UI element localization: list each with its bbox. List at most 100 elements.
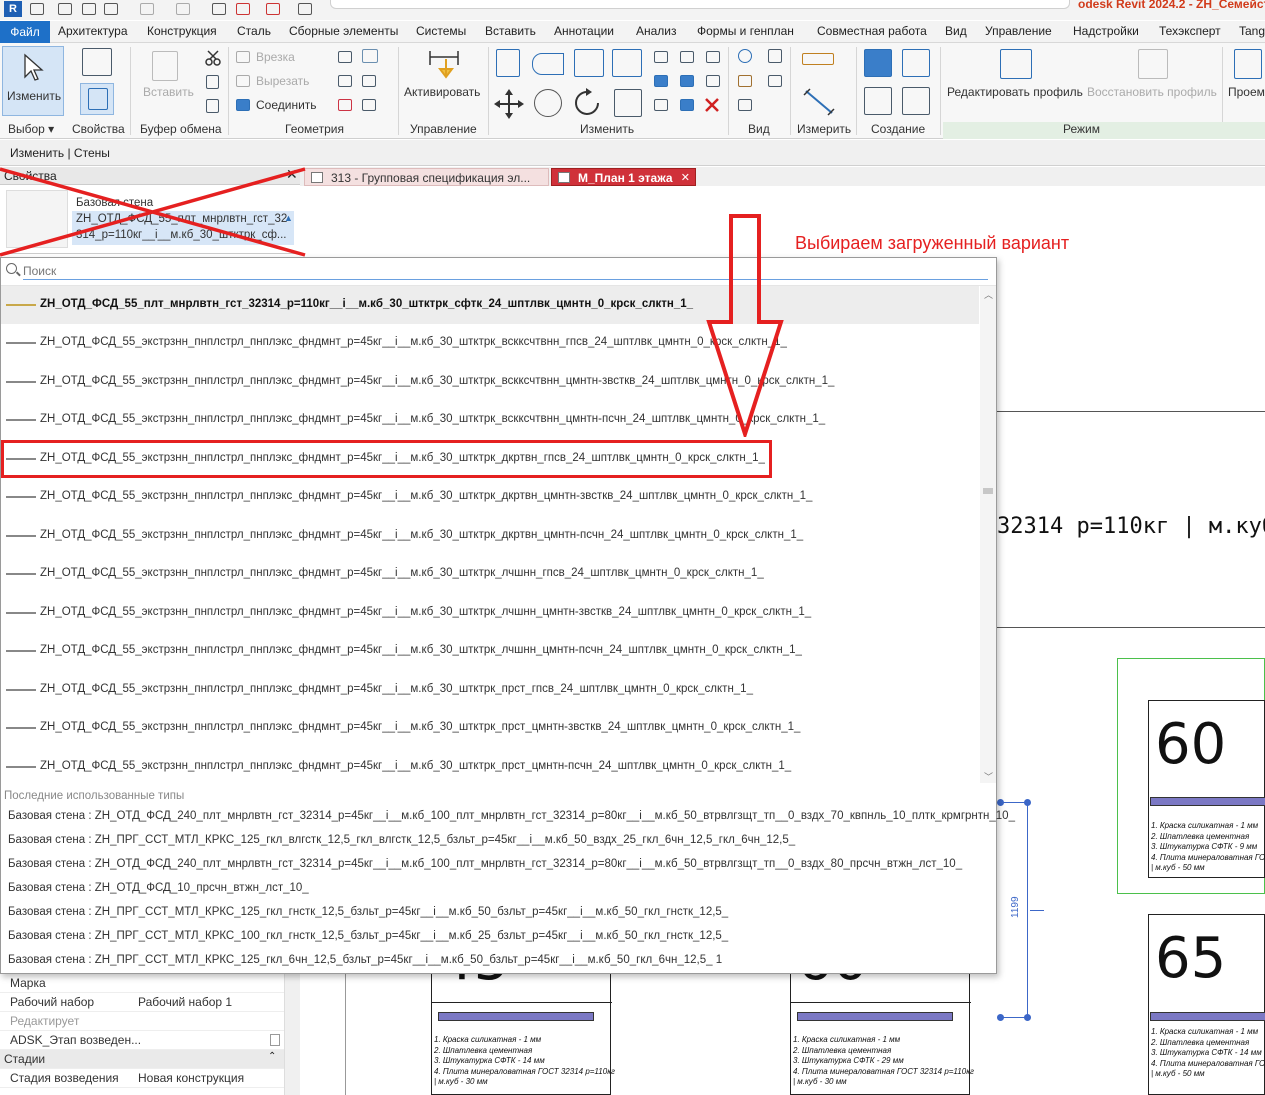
- split-gap-icon[interactable]: [680, 51, 694, 63]
- print-icon[interactable]: [212, 3, 226, 15]
- create-assembly-icon[interactable]: [902, 87, 930, 115]
- tab-systems[interactable]: Системы: [416, 24, 466, 38]
- type-list-scrollbar[interactable]: ︿ ﹀: [980, 286, 996, 783]
- scroll-up-icon[interactable]: ︿: [984, 288, 993, 301]
- tab-manage[interactable]: Управление: [985, 24, 1052, 38]
- create-parts-icon[interactable]: [902, 49, 930, 77]
- trim-extend-icon[interactable]: [614, 89, 642, 117]
- tab-architecture[interactable]: Архитектура: [58, 24, 128, 38]
- hammer-icon[interactable]: [362, 99, 376, 111]
- chevron-up-icon[interactable]: ▲: [284, 213, 293, 223]
- type-list-item[interactable]: ZH_ОТД_ФСД_55_экстрзнн_пнплстрл_пнплэкс_…: [1, 632, 979, 670]
- dimension-grip[interactable]: [997, 1014, 1004, 1021]
- unpin-icon[interactable]: [706, 75, 720, 87]
- sync-icon[interactable]: [104, 3, 118, 15]
- property-section-phasing[interactable]: Стадии ⌃: [0, 1050, 284, 1069]
- aligned-dimension-icon[interactable]: [802, 87, 836, 117]
- type-list-item[interactable]: ZH_ОТД_ФСД_55_экстрзнн_пнплстрл_пнплэкс_…: [1, 555, 979, 593]
- measure-distance-icon[interactable]: [802, 53, 834, 65]
- pin-icon[interactable]: [680, 75, 694, 87]
- geometry-tool-icon[interactable]: [338, 51, 352, 63]
- collapse-icon[interactable]: ⌃: [268, 1051, 276, 1062]
- move-icon[interactable]: [494, 89, 524, 119]
- tab-file[interactable]: Файл: [0, 21, 50, 43]
- property-value[interactable]: Новая конструкция: [138, 1071, 244, 1085]
- paste-icon[interactable]: [152, 51, 178, 81]
- type-selector[interactable]: Базовая стена ZH_ОТД_ФСД_55_плт_мнрлвтн_…: [0, 186, 300, 254]
- scale-icon[interactable]: [654, 75, 668, 87]
- trim-multiple-icon[interactable]: [680, 99, 694, 111]
- recent-type-item[interactable]: Базовая стена : ZH_ОТД_ФСД_10_прсчн_втжн…: [1, 878, 996, 902]
- tab-annotate[interactable]: Аннотации: [554, 24, 614, 38]
- type-list-item[interactable]: ZH_ОТД_ФСД_55_экстрзнн_пнплстрл_пнплэкс_…: [1, 671, 979, 709]
- measure-icon[interactable]: [298, 3, 312, 15]
- tab-insert[interactable]: Вставить: [485, 24, 536, 38]
- match-properties-icon[interactable]: [206, 99, 219, 113]
- align-icon[interactable]: [496, 49, 520, 77]
- type-list-item[interactable]: ZH_ОТД_ФСД_55_экстрзнн_пнплстрл_пнплэкс_…: [1, 594, 979, 632]
- redo-icon[interactable]: [176, 3, 190, 15]
- split-face-icon[interactable]: [338, 75, 352, 87]
- cutout-label[interactable]: Вырезать: [256, 74, 309, 88]
- type-properties-icon[interactable]: [82, 48, 112, 76]
- open-icon[interactable]: [30, 3, 44, 15]
- export-icon[interactable]: [266, 3, 280, 15]
- bulb-icon[interactable]: [738, 49, 752, 63]
- type-list-item[interactable]: ZH_ОТД_ФСД_55_экстрзнн_пнплстрл_пнплэкс_…: [1, 517, 979, 555]
- recent-type-item[interactable]: Базовая стена : ZH_ОТД_ФСД_240_плт_мнрлв…: [1, 854, 996, 878]
- close-tab-icon[interactable]: ✕: [681, 169, 690, 187]
- wall-opening-icon[interactable]: [1234, 49, 1262, 79]
- edit-profile-label[interactable]: Редактировать профиль: [947, 85, 1083, 99]
- type-list-item[interactable]: ZH_ОТД_ФСД_55_плт_мнрлвтн_гст_32314_р=11…: [1, 286, 979, 324]
- tab-structure[interactable]: Конструкция: [147, 24, 217, 38]
- edit-profile-icon[interactable]: [1000, 49, 1032, 79]
- split-element-icon[interactable]: [654, 51, 668, 63]
- mirror-axis-icon[interactable]: [574, 49, 604, 77]
- type-list-item[interactable]: ZH_ОТД_ФСД_55_экстрзнн_пнплстрл_пнплэкс_…: [1, 324, 979, 362]
- cutout-icon[interactable]: [236, 75, 250, 87]
- type-list-item[interactable]: ZH_ОТД_ФСД_55_экстрзнн_пнплстрл_пнплэкс_…: [1, 478, 979, 516]
- rotate-icon[interactable]: [572, 87, 604, 119]
- close-icon[interactable]: ✕: [286, 166, 298, 183]
- cope-icon[interactable]: [236, 51, 250, 63]
- type-list-item[interactable]: ZH_ОТД_ФСД_55_экстрзнн_пнплстрл_пнплэкс_…: [1, 748, 979, 783]
- tab-collaborate[interactable]: Совместная работа: [817, 24, 927, 38]
- copy-elements-icon[interactable]: [534, 89, 562, 117]
- trim-single-icon[interactable]: [654, 99, 668, 111]
- save-icon[interactable]: [82, 3, 96, 15]
- delete-icon[interactable]: [704, 97, 720, 113]
- type-search-input[interactable]: [23, 262, 988, 280]
- dimension-value[interactable]: 1199: [1010, 896, 1021, 918]
- properties-button[interactable]: [80, 83, 114, 115]
- copy-icon[interactable]: [206, 75, 219, 89]
- recent-type-item[interactable]: Базовая стена : ZH_ПРГ_ССТ_МТЛ_КРКС_125_…: [1, 830, 996, 854]
- title-search-box[interactable]: [330, 0, 1070, 9]
- type-list-item[interactable]: ZH_ОТД_ФСД_55_экстрзнн_пнплстрл_пнплэкс_…: [1, 363, 979, 401]
- type-list-item[interactable]: ZH_ОТД_ФСД_55_экстрзнн_пнплстрл_пнплэкс_…: [1, 709, 979, 747]
- wall-type-tag[interactable]: 65 1. Краска силикатная - 1 мм 2. Шпатле…: [1148, 914, 1265, 1095]
- create-similar-icon[interactable]: [864, 49, 892, 77]
- hide-icon[interactable]: [738, 99, 752, 111]
- create-group-icon[interactable]: [864, 87, 892, 115]
- select-group-label[interactable]: Выбор ▾: [8, 122, 54, 136]
- tab-addins[interactable]: Надстройки: [1073, 24, 1139, 38]
- tab-view[interactable]: Вид: [945, 24, 967, 38]
- tab-analyze[interactable]: Анализ: [636, 24, 677, 38]
- wall-opening-label[interactable]: Проем: [1228, 85, 1265, 99]
- linework-icon[interactable]: [768, 75, 782, 87]
- scissors-icon[interactable]: [204, 49, 222, 67]
- array-icon[interactable]: [706, 51, 720, 63]
- offset-icon[interactable]: [532, 53, 564, 75]
- type-list-item[interactable]: ZH_ОТД_ФСД_55_экстрзнн_пнплстрл_пнплэкс_…: [1, 401, 979, 439]
- undo-icon[interactable]: [140, 3, 154, 15]
- tab-massing-site[interactable]: Формы и генплан: [697, 24, 794, 38]
- activate-label[interactable]: Активировать: [404, 85, 480, 99]
- recent-type-item[interactable]: Базовая стена : ZH_ПРГ_ССТ_МТЛ_КРКС_125_…: [1, 950, 996, 974]
- demolish-icon[interactable]: [338, 99, 352, 111]
- modify-button[interactable]: Изменить: [2, 46, 64, 116]
- properties-scrollbar[interactable]: [284, 974, 300, 1095]
- dimension-grip[interactable]: [1024, 1014, 1031, 1021]
- join-label[interactable]: Соединить: [256, 98, 317, 112]
- wall-type-tag[interactable]: 60 1. Краска силикатная - 1 мм 2. Шпатле…: [1148, 700, 1265, 878]
- tab-tang[interactable]: Tang: [1239, 24, 1265, 38]
